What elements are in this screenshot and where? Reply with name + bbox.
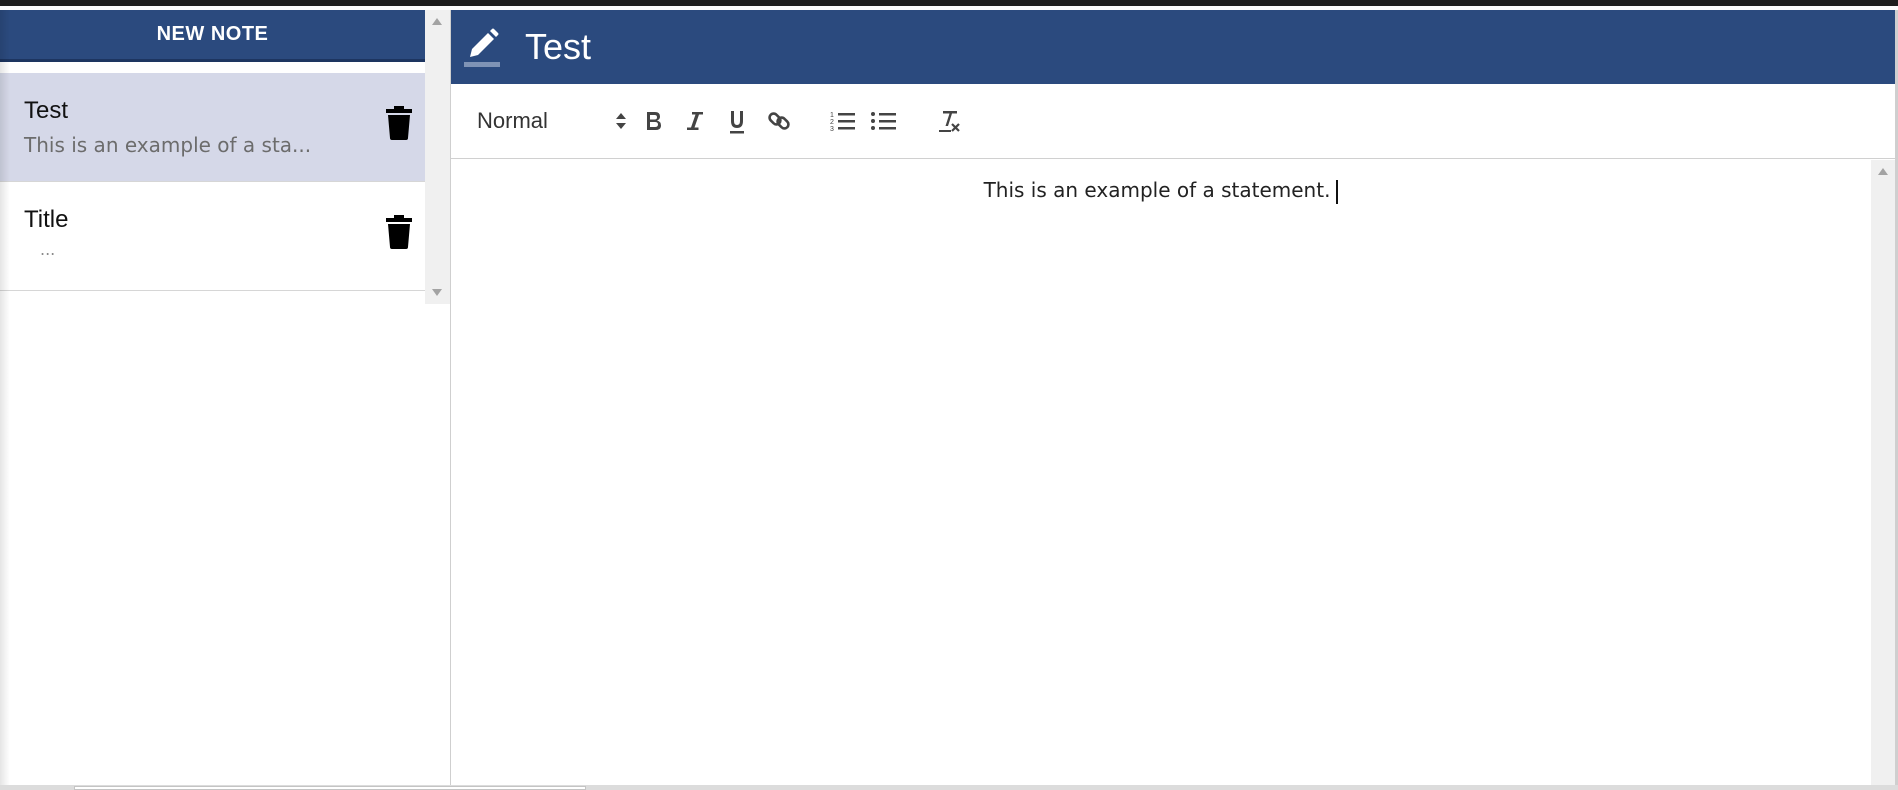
format-select-value: Normal <box>477 108 548 133</box>
editor-content[interactable]: This is an example of a statement. <box>451 160 1871 785</box>
note-list: Test This is an example of a sta... Titl… <box>0 73 425 291</box>
note-title: Title <box>24 206 69 233</box>
scroll-up-icon[interactable] <box>432 18 442 25</box>
note-editor: Test Normal 1 2 3 This is an example of … <box>451 10 1895 785</box>
new-note-button[interactable]: NEW NOTE <box>0 10 425 62</box>
underline-icon[interactable] <box>722 105 752 137</box>
note-item[interactable]: Test This is an example of a sta... <box>0 73 425 182</box>
italic-icon[interactable] <box>680 105 710 137</box>
editor-text[interactable]: This is an example of a statement. <box>451 178 1871 204</box>
horizontal-scroll-thumb[interactable] <box>74 786 586 790</box>
scroll-down-icon[interactable] <box>432 289 442 296</box>
svg-text:1: 1 <box>830 112 834 119</box>
editor-paragraph: This is an example of a statement. <box>983 178 1331 202</box>
formatting-toolbar: Normal 1 2 3 <box>451 84 1895 159</box>
notes-sidebar: NEW NOTE Test This is an example of a st… <box>0 10 450 785</box>
clear-format-icon[interactable] <box>933 105 963 137</box>
note-item[interactable]: Title ... <box>0 182 425 291</box>
ordered-list-icon[interactable]: 1 2 3 <box>828 105 858 137</box>
trash-icon[interactable] <box>386 106 412 140</box>
note-preview: ... <box>40 240 56 259</box>
svg-text:2: 2 <box>830 119 834 126</box>
bold-icon[interactable] <box>638 105 668 137</box>
scroll-up-icon[interactable] <box>1878 168 1888 175</box>
text-caret <box>1336 179 1339 204</box>
editor-header: Test <box>451 10 1895 84</box>
pencil-icon <box>464 27 500 67</box>
sidebar-scrollbar[interactable] <box>425 10 450 304</box>
text-format-select[interactable]: Normal <box>477 106 626 136</box>
trash-icon[interactable] <box>386 215 412 249</box>
note-preview: This is an example of a sta... <box>24 133 312 157</box>
editor-scrollbar[interactable] <box>1871 160 1895 785</box>
bullet-list-icon[interactable] <box>869 105 899 137</box>
note-title: Test <box>24 97 69 124</box>
select-arrows-icon <box>616 113 626 129</box>
svg-text:3: 3 <box>830 126 834 133</box>
note-title-field[interactable]: Test <box>525 26 591 68</box>
link-icon[interactable] <box>764 105 794 137</box>
